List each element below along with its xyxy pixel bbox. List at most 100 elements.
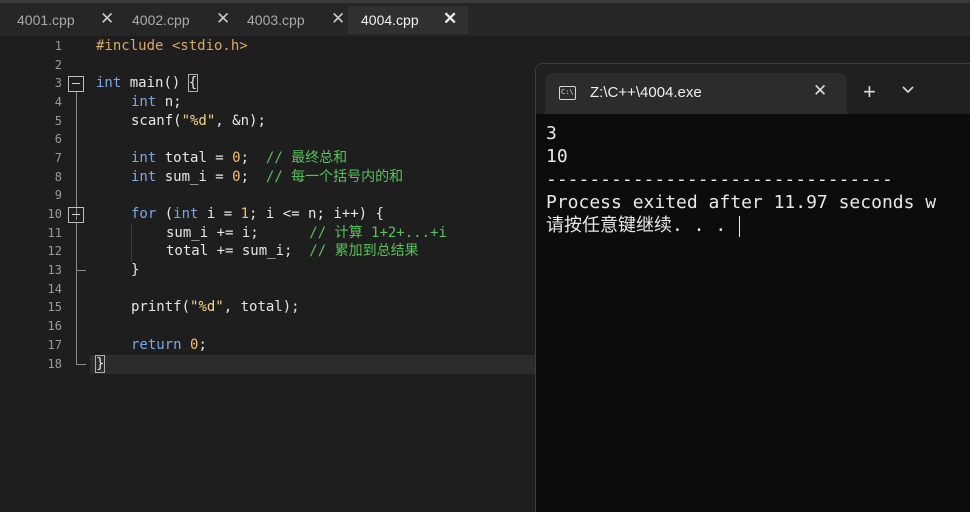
code-line-13: } — [131, 261, 139, 280]
keyword: return — [131, 337, 182, 353]
code-text: i = — [198, 206, 241, 222]
tab-label: 4002.cpp — [132, 12, 190, 28]
close-icon[interactable]: ✕ — [813, 81, 827, 101]
line-number: 14 — [47, 282, 62, 296]
code-text: } — [131, 262, 140, 278]
code-line-10: for (int i = 1; i <= n; i++) { — [131, 205, 384, 224]
close-icon[interactable]: ✕ — [443, 9, 457, 29]
line-number: 5 — [54, 114, 62, 128]
fold-end-marker — [76, 364, 86, 365]
code-text: ; — [198, 337, 207, 353]
tab-label: 4003.cpp — [247, 12, 305, 28]
fold-guide — [76, 223, 77, 271]
console-icon: C:\ — [559, 86, 576, 100]
tab-4001[interactable]: 4001.cpp ✕ — [0, 6, 118, 34]
code-text: total = — [156, 150, 233, 166]
terminal-tab[interactable]: C:\ Z:\C++\4004.exe ✕ — [545, 73, 847, 114]
code-text: printf( — [131, 299, 191, 315]
code-line-15: printf("%d", total); — [131, 298, 300, 317]
terminal-output: 3 10 -------------------------------- Pr… — [546, 122, 970, 237]
terminal-window[interactable]: C:\ Z:\C++\4004.exe ✕ + 3 10 -----------… — [535, 63, 970, 512]
line-number: 16 — [47, 319, 62, 333]
line-number: 11 — [47, 226, 62, 240]
comment: // 每一个括号内的和 — [265, 169, 404, 185]
code-text: scanf( — [131, 113, 182, 129]
tab-4002[interactable]: 4002.cpp ✕ — [118, 6, 233, 34]
tab-4003[interactable]: 4003.cpp ✕ — [233, 6, 348, 34]
code-text: n; — [156, 94, 182, 110]
close-icon[interactable]: ✕ — [331, 9, 345, 29]
close-icon[interactable]: ✕ — [100, 9, 114, 29]
output-line: 3 — [546, 123, 557, 144]
keyword: int — [96, 75, 122, 91]
tab-4004[interactable]: 4004.cpp ✕ — [348, 6, 468, 34]
press-any-key-prompt: 请按任意键继续. . . — [546, 215, 738, 236]
code-line-18: } — [94, 355, 106, 374]
editor-tab-bar: 4001.cpp ✕ 4002.cpp ✕ 4003.cpp ✕ 4004.cp… — [0, 0, 970, 36]
code-line-12: total += sum_i; // 累加到总结果 — [166, 242, 419, 261]
code-line-8: int sum_i = 0; // 每一个括号内的和 — [131, 168, 403, 187]
tab-bar-top-border — [0, 0, 970, 3]
string-literal: "%d" — [181, 113, 216, 129]
fold-toggle-for[interactable] — [68, 207, 84, 223]
code-text: sum_i += i; — [166, 225, 310, 241]
code-text: main() — [121, 75, 189, 91]
code-line-11: sum_i += i; // 计算 1+2+...+i — [166, 224, 447, 243]
line-number-gutter: 1 2 3 4 5 6 7 8 9 10 11 12 13 14 15 16 1… — [0, 36, 90, 511]
line-number: 4 — [54, 95, 62, 109]
fold-guide — [76, 92, 77, 220]
keyword: int — [131, 169, 157, 185]
keyword: int — [131, 94, 157, 110]
code-line-3: int main() { — [96, 74, 199, 93]
chevron-down-icon[interactable] — [901, 83, 915, 97]
keyword: int — [131, 150, 157, 166]
code-line-17: return 0; — [131, 336, 207, 355]
line-number: 2 — [54, 58, 62, 72]
fold-guide — [76, 271, 77, 365]
comment: // 累加到总结果 — [309, 243, 419, 259]
fold-toggle-main[interactable] — [68, 76, 84, 92]
output-separator: -------------------------------- — [546, 169, 893, 190]
output-line: 10 — [546, 146, 568, 167]
line-number: 17 — [47, 338, 62, 352]
line-number: 1 — [54, 39, 62, 53]
line-number: 18 — [47, 357, 62, 371]
new-tab-button[interactable]: + — [863, 81, 876, 103]
fold-end-marker — [76, 270, 86, 271]
code-text: ; i <= n; i++) { — [249, 206, 384, 222]
close-icon[interactable]: ✕ — [216, 9, 230, 29]
keyword: int — [173, 206, 199, 222]
output-line: Process exited after 11.97 seconds w — [546, 192, 937, 213]
line-number: 12 — [47, 244, 62, 258]
code-text: ; — [240, 150, 266, 166]
line-number: 8 — [54, 170, 62, 184]
line-number: 9 — [54, 188, 62, 202]
text-cursor — [739, 215, 741, 237]
output-prompt-line: 请按任意键继续. . . — [546, 214, 970, 237]
matched-brace: { — [187, 74, 199, 92]
tab-label: 4004.cpp — [361, 12, 419, 28]
code-line-5: scanf("%d", &n); — [131, 112, 266, 131]
code-text: ( — [156, 206, 174, 222]
comment: // 最终总和 — [265, 150, 348, 166]
code-line-1: #include <stdio.h> — [96, 37, 248, 56]
line-number: 3 — [54, 76, 62, 90]
number-literal: 0 — [232, 150, 241, 166]
code-text: , &n); — [215, 113, 266, 129]
string-literal: "%d" — [190, 299, 224, 315]
matched-brace: } — [94, 355, 106, 373]
code-line-4: int n; — [131, 93, 182, 112]
terminal-titlebar: C:\ Z:\C++\4004.exe ✕ + — [536, 64, 970, 114]
line-number: 15 — [47, 300, 62, 314]
number-literal: 1 — [240, 206, 250, 222]
tab-label: 4001.cpp — [17, 12, 75, 28]
indent-guide — [131, 224, 132, 262]
code-line-7: int total = 0; // 最终总和 — [131, 149, 347, 168]
preprocessor-directive: #include <stdio.h> — [96, 38, 248, 54]
comment: // 计算 1+2+...+i — [309, 225, 447, 241]
terminal-title: Z:\C++\4004.exe — [590, 84, 702, 101]
line-number: 10 — [47, 207, 62, 221]
number-literal: 0 — [232, 169, 241, 185]
code-text: , total); — [223, 299, 300, 315]
code-text: total += sum_i; — [166, 243, 310, 259]
